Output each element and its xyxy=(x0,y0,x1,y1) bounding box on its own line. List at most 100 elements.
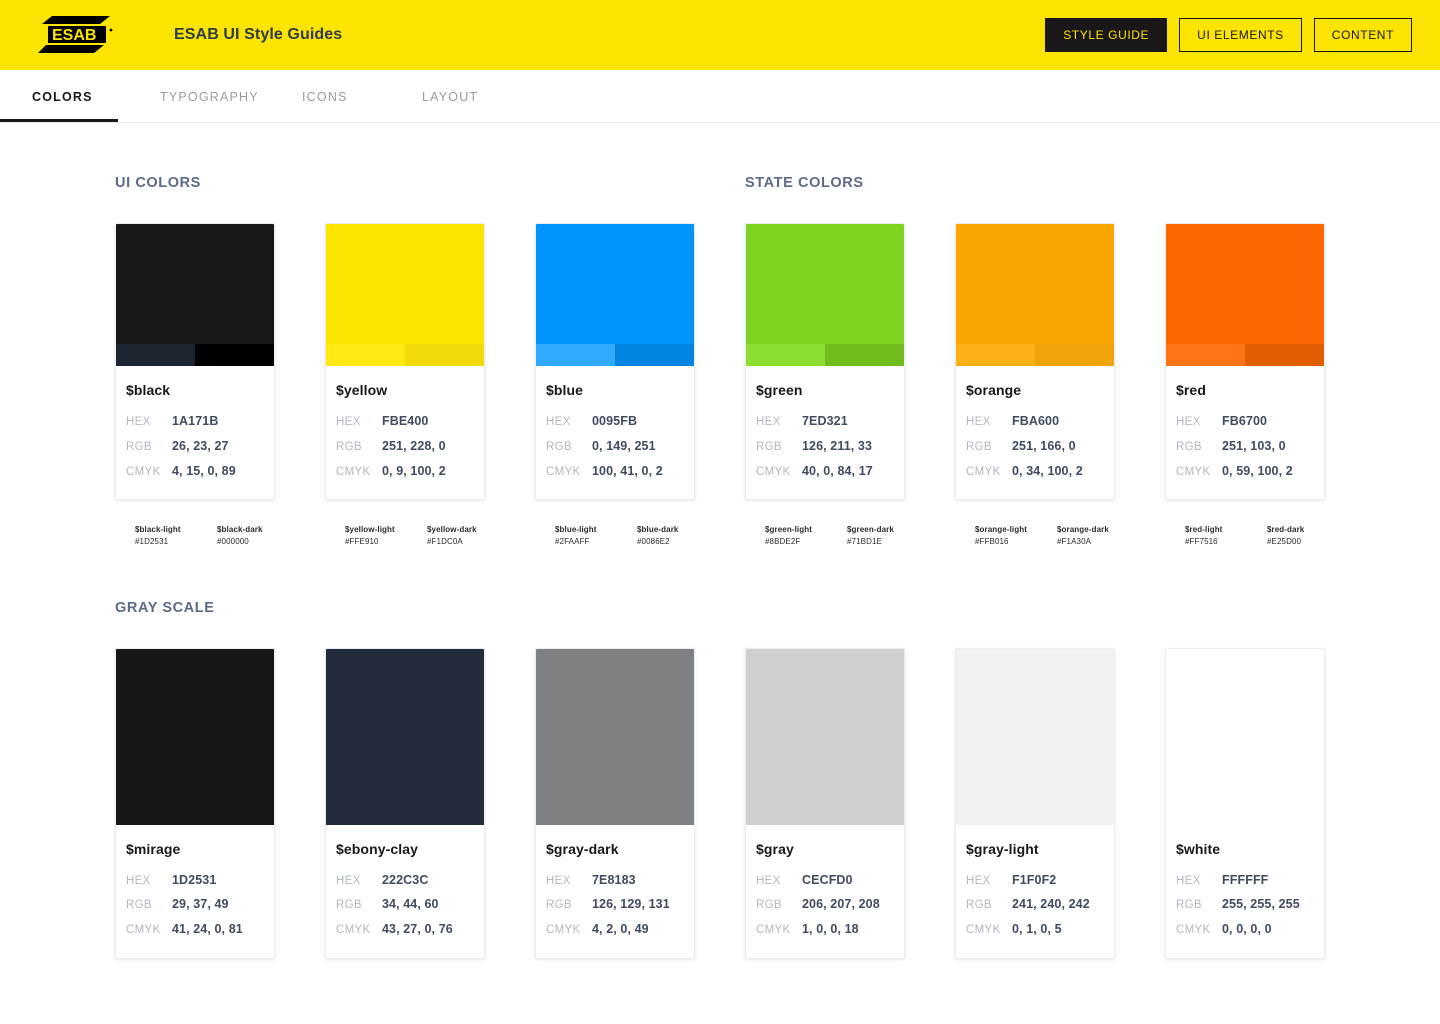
variant-hex-value: #71BD1E xyxy=(847,536,882,546)
spec-value-hex: 7E8183 xyxy=(592,872,636,887)
spec-value-rgb: 29, 37, 49 xyxy=(172,897,229,912)
color-specs: HEX 1A171B RGB 26, 23, 27 CMYK 4, 15, 0, 89 xyxy=(126,414,264,479)
esab-logo-icon[interactable]: ESAB xyxy=(38,13,118,57)
color-card-body: $ebony-clay HEX 222C3C RGB 34, 44, 60 CMYK 43,… xyxy=(326,825,484,958)
color-card[interactable]: $orange HEX FBA600 RGB 251, 166, 0 CMYK 0, 34,… xyxy=(955,223,1115,501)
section-title-ui-colors: UI COLORS xyxy=(115,175,201,191)
spec-label-hex: HEX xyxy=(966,416,991,428)
swatch-dark xyxy=(195,344,274,366)
variant-token-name: $yellow-light xyxy=(345,525,395,535)
color-swatch xyxy=(746,224,904,366)
color-card[interactable]: $mirage HEX 1D2531 RGB 29, 37, 49 CMYK 41, 24,… xyxy=(115,647,275,959)
swatch-base xyxy=(956,648,1114,825)
spec-row-rgb: RGB 29, 37, 49 xyxy=(126,897,264,913)
color-specs: HEX 222C3C RGB 34, 44, 60 CMYK 43, 27, 0, 76 xyxy=(336,873,474,938)
tab-typography[interactable]: TYPOGRAPHY xyxy=(160,70,270,123)
color-token-name: $yellow xyxy=(336,382,388,398)
color-specs: HEX FB6700 RGB 251, 103, 0 CMYK 0, 59, 100, 2 xyxy=(1176,414,1314,479)
tab-colors[interactable]: COLORS xyxy=(32,70,118,123)
color-card[interactable]: $gray HEX CECFD0 RGB 206, 207, 208 CMYK 1, 0, … xyxy=(745,647,905,959)
spec-label-rgb: RGB xyxy=(966,440,992,453)
color-card[interactable]: $yellow HEX FBE400 RGB 251, 228, 0 CMYK 0, 9, … xyxy=(325,223,485,501)
color-specs: HEX 1D2531 RGB 29, 37, 49 CMYK 41, 24, 0, 81 xyxy=(126,873,264,938)
color-swatch xyxy=(536,224,694,366)
spec-value-cmyk: 0, 59, 100, 2 xyxy=(1222,463,1293,478)
color-token-name: $ebony-clay xyxy=(336,840,419,857)
color-token-name: $white xyxy=(1176,840,1221,857)
color-card[interactable]: $green HEX 7ED321 RGB 126, 211, 33 CMYK 40, 0,… xyxy=(745,223,905,501)
variant-token-name: $black-dark xyxy=(217,525,263,535)
spec-label-cmyk: CMYK xyxy=(336,465,371,478)
variant-item: $red-light #FF7516 xyxy=(1185,524,1267,547)
section-state-colors: STATE COLORS $green HEX 7ED321 RGB 126, 211,… xyxy=(745,123,1375,548)
swatch-base xyxy=(746,648,904,825)
content-button[interactable]: CONTENT xyxy=(1313,18,1412,52)
spec-label-hex: HEX xyxy=(336,416,361,428)
spec-value-hex: FFFFFF xyxy=(1222,872,1269,887)
variant-group: $red-light #FF7516 $red-dark #E25D00 xyxy=(1165,524,1325,547)
spec-label-cmyk: CMYK xyxy=(756,924,791,937)
spec-row-cmyk: CMYK 0, 0, 0, 0 xyxy=(1176,922,1314,938)
swatch-dark xyxy=(825,344,904,366)
color-card[interactable]: $gray-light HEX F1F0F2 RGB 241, 240, 242 CMYK… xyxy=(955,647,1115,959)
color-swatch xyxy=(536,648,694,825)
spec-value-hex: 222C3C xyxy=(382,872,429,887)
spec-label-cmyk: CMYK xyxy=(126,465,161,478)
color-card-body: $mirage HEX 1D2531 RGB 29, 37, 49 CMYK 41, 24,… xyxy=(116,825,274,958)
variant-hex-value: #0086E2 xyxy=(637,536,670,546)
section-title-state-colors: STATE COLORS xyxy=(745,175,864,191)
spec-value-cmyk: 41, 24, 0, 81 xyxy=(172,922,243,937)
variant-token-name: $red-light xyxy=(1185,525,1223,535)
color-specs: HEX FBE400 RGB 251, 228, 0 CMYK 0, 9, 100, 2 xyxy=(336,414,474,479)
spec-label-hex: HEX xyxy=(756,874,781,887)
color-card-body: $yellow HEX FBE400 RGB 251, 228, 0 CMYK 0, 9, … xyxy=(326,366,484,499)
swatch-variant-strip xyxy=(1166,344,1324,366)
color-specs: HEX 7E8183 RGB 126, 129, 131 CMYK 4, 2, 0, 49 xyxy=(546,873,684,938)
color-card[interactable]: $blue HEX 0095FB RGB 0, 149, 251 CMYK 100, 41,… xyxy=(535,223,695,501)
swatch-base xyxy=(536,648,694,825)
spec-label-cmyk: CMYK xyxy=(756,465,791,478)
color-card-body: $blue HEX 0095FB RGB 0, 149, 251 CMYK 100, 41,… xyxy=(536,366,694,499)
variant-hex-value: #F1A30A xyxy=(1057,536,1092,546)
spec-value-hex: FBE400 xyxy=(382,414,429,428)
ui-elements-button[interactable]: UI ELEMENTS xyxy=(1179,18,1302,52)
spec-value-hex: CECFD0 xyxy=(802,872,853,887)
spec-row-cmyk: CMYK 100, 41, 0, 2 xyxy=(546,464,684,480)
color-token-name: $gray xyxy=(756,840,794,857)
swatch-dark xyxy=(615,344,694,366)
variant-item: $red-dark #E25D00 xyxy=(1267,524,1349,547)
color-card[interactable]: $white HEX FFFFFF RGB 255, 255, 255 CMYK 0, 0,… xyxy=(1165,647,1325,959)
tab-icons[interactable]: ICONS xyxy=(302,70,372,123)
color-token-name: $gray-light xyxy=(966,840,1039,857)
spec-row-hex: HEX 1D2531 xyxy=(126,873,264,889)
color-swatch xyxy=(1166,224,1324,366)
variant-group: $blue-light #2FAAFF $blue-dark #0086E2 xyxy=(535,524,695,547)
color-card[interactable]: $black HEX 1A171B RGB 26, 23, 27 CMYK 4, 15, 0… xyxy=(115,223,275,501)
color-card-body: $green HEX 7ED321 RGB 126, 211, 33 CMYK 40, 0,… xyxy=(746,366,904,499)
color-card[interactable]: $ebony-clay HEX 222C3C RGB 34, 44, 60 CMYK 43,… xyxy=(325,647,485,959)
color-card[interactable]: $gray-dark HEX 7E8183 RGB 126, 129, 131 CMYK 4… xyxy=(535,647,695,959)
spec-value-rgb: 34, 44, 60 xyxy=(382,897,439,912)
spec-label-rgb: RGB xyxy=(126,899,152,912)
color-card[interactable]: $red HEX FB6700 RGB 251, 103, 0 CMYK 0, 59, 10… xyxy=(1165,223,1325,501)
spec-value-rgb: 126, 211, 33 xyxy=(802,438,873,453)
spec-row-rgb: RGB 251, 166, 0 xyxy=(966,439,1104,455)
spec-label-cmyk: CMYK xyxy=(546,924,581,937)
spec-row-rgb: RGB 206, 207, 208 xyxy=(756,897,894,913)
color-swatch xyxy=(116,648,274,825)
color-token-name: $orange xyxy=(966,382,1022,398)
variant-item: $blue-dark #0086E2 xyxy=(637,524,719,547)
swatch-base xyxy=(326,648,484,825)
spec-label-cmyk: CMYK xyxy=(126,924,161,937)
spec-value-rgb: 255, 255, 255 xyxy=(1222,897,1300,912)
color-swatch xyxy=(956,648,1114,825)
color-card-grid-ui-colors: $black HEX 1A171B RGB 26, 23, 27 CMYK 4, 15, 0… xyxy=(115,223,745,501)
color-card-grid-state-colors: $green HEX 7ED321 RGB 126, 211, 33 CMYK 40, 0,… xyxy=(745,223,1375,501)
spec-label-cmyk: CMYK xyxy=(546,465,581,478)
tab-layout[interactable]: LAYOUT xyxy=(422,70,502,123)
spec-row-cmyk: CMYK 43, 27, 0, 76 xyxy=(336,922,474,938)
tab-bar: COLORS TYPOGRAPHY ICONS LAYOUT xyxy=(0,70,1440,123)
style-guide-button[interactable]: STYLE GUIDE xyxy=(1045,18,1168,52)
spec-value-rgb: 26, 23, 27 xyxy=(172,438,229,453)
spec-row-hex: HEX FB6700 xyxy=(1176,414,1314,430)
